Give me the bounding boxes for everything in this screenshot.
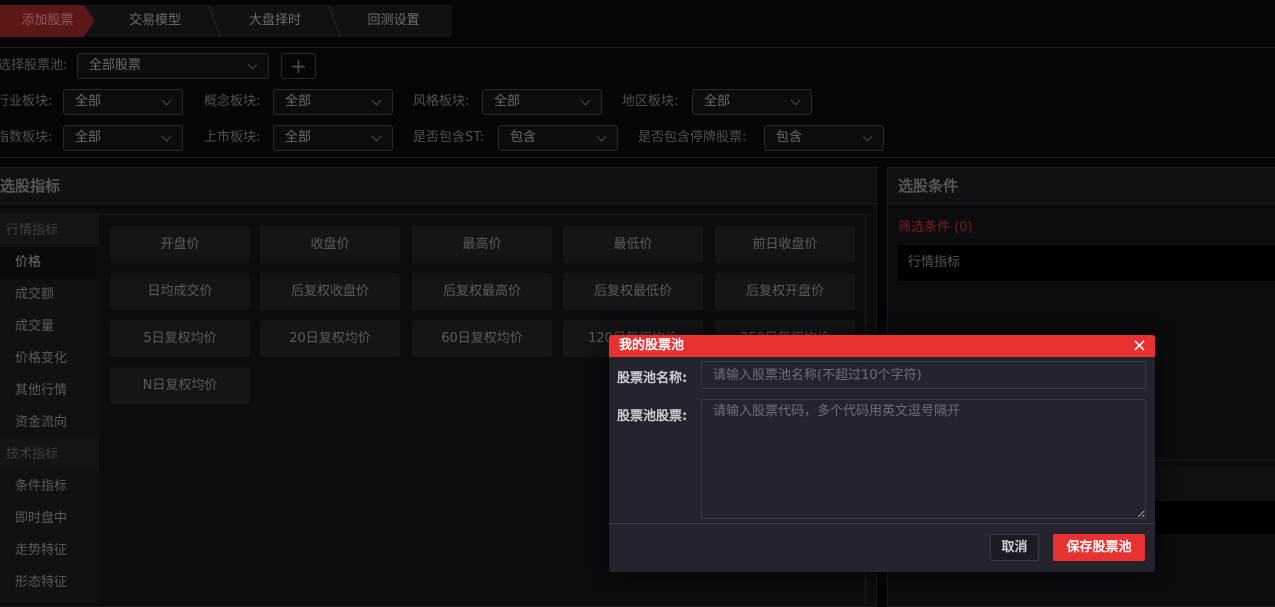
- indicator-button[interactable]: 最高价: [412, 226, 552, 263]
- step-tabs: 添加股票 交易模型 大盘择时 回测设置: [0, 5, 452, 37]
- indicator-button[interactable]: 后复权收盘价: [260, 273, 400, 310]
- listing-select[interactable]: 全部: [273, 125, 393, 151]
- st-value: 包含: [510, 130, 537, 145]
- chevron-down-icon: [371, 95, 382, 106]
- chevron-down-icon: [247, 59, 258, 70]
- listing-label: 上市板块:: [204, 130, 261, 145]
- indicator-button[interactable]: 后复权最低价: [563, 273, 703, 310]
- index-label: 指数板块:: [0, 130, 53, 145]
- chevron-down-icon: [790, 95, 801, 106]
- sidebar-group-label: 行情指标: [0, 215, 99, 247]
- indicator-button[interactable]: 5日复权均价: [110, 320, 250, 357]
- modal-title: 我的股票池: [609, 335, 1155, 357]
- region-select[interactable]: 全部: [692, 89, 812, 115]
- index-value: 全部: [75, 130, 102, 145]
- divider: [0, 157, 1275, 158]
- indicator-button[interactable]: 最低价: [563, 226, 703, 263]
- add-pool-button[interactable]: +: [281, 53, 316, 79]
- st-select[interactable]: 包含: [498, 125, 618, 151]
- indicator-button[interactable]: 收盘价: [260, 226, 400, 263]
- stocks-label: 股票池股票:: [617, 409, 688, 424]
- sidebar-item[interactable]: 即时盘中: [0, 503, 99, 535]
- cancel-button[interactable]: 取消: [990, 534, 1039, 561]
- indicator-button[interactable]: N日复权均价: [110, 367, 250, 404]
- industry-label: 行业板块:: [0, 94, 53, 109]
- condition-item[interactable]: 行情指标: [898, 245, 1275, 281]
- style-label: 风格板块:: [413, 94, 470, 109]
- sidebar-item[interactable]: 价格: [0, 247, 99, 279]
- divider: [0, 214, 866, 215]
- chevron-down-icon: [161, 131, 172, 142]
- indicator-button[interactable]: 60日复权均价: [412, 320, 552, 357]
- indicators-title: 选股指标: [0, 168, 876, 204]
- tab-trade-model[interactable]: 交易模型: [95, 5, 215, 37]
- indicator-sidebar: 行情指标 价格 成交额 成交量 价格变化 其他行情 资金流向 技术指标 条件指标 即时盘中 走势特征…: [0, 215, 99, 603]
- suspend-label: 是否包含停牌股票:: [638, 130, 747, 145]
- chevron-down-icon: [371, 131, 382, 142]
- suspend-select[interactable]: 包含: [764, 125, 884, 151]
- conditions-title: 选股条件: [888, 168, 1275, 204]
- name-label: 股票池名称:: [617, 371, 688, 386]
- chevron-down-icon: [580, 95, 591, 106]
- st-label: 是否包含ST:: [413, 130, 485, 145]
- tab-market-timing[interactable]: 大盘择时: [215, 5, 335, 37]
- divider: [609, 523, 1155, 524]
- pool-stocks-input[interactable]: [701, 399, 1146, 519]
- style-value: 全部: [494, 94, 521, 109]
- industry-select[interactable]: 全部: [63, 89, 183, 115]
- indicator-button[interactable]: 后复权开盘价: [715, 273, 855, 310]
- region-label: 地区板块:: [622, 94, 679, 109]
- concept-select[interactable]: 全部: [273, 89, 393, 115]
- sidebar-item[interactable]: 成交额: [0, 279, 99, 311]
- tab-add-stocks[interactable]: 添加股票: [0, 5, 95, 37]
- industry-value: 全部: [75, 94, 102, 109]
- listing-value: 全部: [285, 130, 312, 145]
- sidebar-item[interactable]: 成交量: [0, 311, 99, 343]
- indicator-button[interactable]: 20日复权均价: [260, 320, 400, 357]
- sidebar-item[interactable]: 条件指标: [0, 471, 99, 503]
- indicator-button[interactable]: 日均成交价: [110, 273, 250, 310]
- sidebar-item[interactable]: 价格变化: [0, 343, 99, 375]
- chevron-down-icon: [596, 131, 607, 142]
- region-value: 全部: [704, 94, 731, 109]
- pool-name-input[interactable]: [701, 361, 1146, 389]
- sidebar-item[interactable]: 资金流向: [0, 407, 99, 439]
- sidebar-item[interactable]: 形态特征: [0, 567, 99, 599]
- pool-label: 选择股票池:: [0, 58, 68, 73]
- divider: [0, 47, 1275, 48]
- chevron-down-icon: [862, 131, 873, 142]
- stock-pool-modal: 我的股票池 × 股票池名称: 股票池股票: 取消 保存股票池: [609, 335, 1155, 572]
- suspend-value: 包含: [776, 130, 803, 145]
- sidebar-item[interactable]: 其他行情: [0, 375, 99, 407]
- sidebar-item[interactable]: 走势特征: [0, 535, 99, 567]
- indicator-button[interactable]: 前日收盘价: [715, 226, 855, 263]
- indicator-button[interactable]: 开盘价: [110, 226, 250, 263]
- indicator-button[interactable]: 后复权最高价: [412, 273, 552, 310]
- index-select[interactable]: 全部: [63, 125, 183, 151]
- close-icon[interactable]: ×: [1132, 335, 1147, 357]
- style-select[interactable]: 全部: [482, 89, 602, 115]
- filter-count: 筛选条件 (0): [898, 220, 973, 235]
- concept-label: 概念板块:: [204, 94, 261, 109]
- pool-select[interactable]: 全部股票: [77, 53, 269, 79]
- sidebar-group-label: 技术指标: [0, 439, 99, 471]
- tab-backtest-settings[interactable]: 回测设置: [335, 5, 452, 37]
- save-pool-button[interactable]: 保存股票池: [1053, 534, 1145, 561]
- chevron-down-icon: [161, 95, 172, 106]
- pool-value: 全部股票: [89, 58, 142, 73]
- concept-value: 全部: [285, 94, 312, 109]
